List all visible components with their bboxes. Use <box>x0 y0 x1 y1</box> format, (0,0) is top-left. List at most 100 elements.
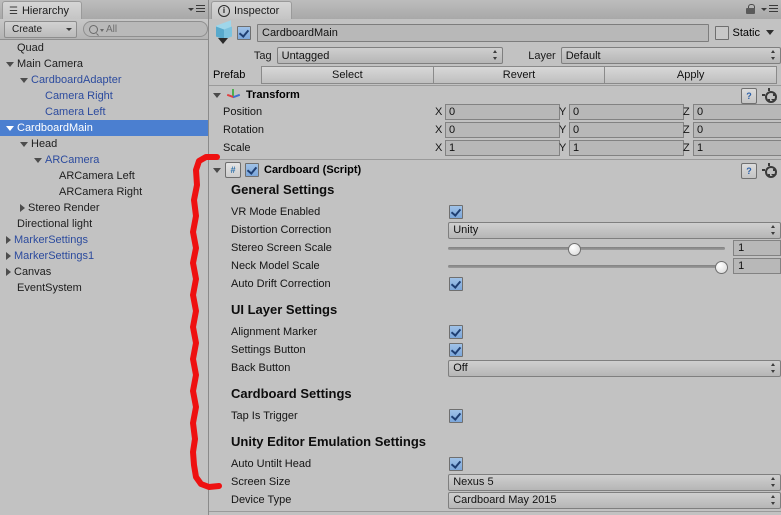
static-checkbox[interactable] <box>715 25 730 40</box>
transform-scale-z-field[interactable]: 1 <box>693 139 781 156</box>
gear-icon[interactable] <box>762 163 777 178</box>
transform-position-z-field[interactable]: 0 <box>693 103 781 120</box>
create-button[interactable]: Create <box>4 20 77 38</box>
transform-scale-x-field[interactable]: 1 <box>445 139 560 156</box>
hierarchy-tabstrip: ☰ Hierarchy <box>0 0 208 20</box>
tag-dropdown[interactable]: Untagged <box>276 47 503 64</box>
hierarchy-item-label: ARCamera Left <box>59 170 135 182</box>
property-label: Distortion Correction <box>231 224 332 236</box>
help-book-icon[interactable]: ? <box>741 88 757 104</box>
hierarchy-item-markersettings[interactable]: MarkerSettings <box>0 232 208 248</box>
component-header-transform[interactable]: Transform ? <box>209 86 781 104</box>
back-button-value: Off <box>453 362 468 374</box>
hierarchy-item-head[interactable]: Head <box>0 136 208 152</box>
transform-rotation-z-field[interactable]: 0 <box>693 121 781 138</box>
stereo-screen-scale-value-field[interactable]: 1 <box>733 240 781 256</box>
help-book-icon[interactable]: ? <box>741 163 757 179</box>
alignment-marker-checkbox[interactable] <box>449 325 463 339</box>
expand-arrow-down-icon[interactable] <box>20 77 28 83</box>
hierarchy-item-canvas[interactable]: Canvas <box>0 264 208 280</box>
settings-button-checkbox[interactable] <box>449 343 463 357</box>
stereo-screen-scale-slider[interactable] <box>448 242 726 256</box>
expand-arrow-down-icon[interactable] <box>20 141 28 147</box>
expand-arrow-down-icon[interactable] <box>34 157 42 163</box>
chevron-down-icon[interactable] <box>213 92 221 98</box>
hierarchy-item-label: Directional light <box>17 218 93 230</box>
property-row-settings-button: Settings Button <box>209 342 781 358</box>
device-type-value: Cardboard May 2015 <box>453 494 557 506</box>
expand-arrow-right-icon[interactable] <box>6 236 11 244</box>
inspector-panel-menu-icon[interactable] <box>761 4 778 14</box>
hierarchy-item-arcamera-right[interactable]: ARCamera Right <box>0 184 208 200</box>
static-toggle-group[interactable]: Static <box>715 25 777 40</box>
lock-icon[interactable] <box>746 4 755 15</box>
chevron-down-icon[interactable] <box>213 167 221 173</box>
property-row-alignment-marker: Alignment Marker <box>209 324 781 340</box>
screen-size-value: Nexus 5 <box>453 476 494 488</box>
layer-dropdown[interactable]: Default <box>560 47 781 64</box>
back-button-dropdown[interactable]: Off <box>448 359 781 377</box>
slider-knob[interactable] <box>714 260 728 274</box>
hierarchy-item-main-camera[interactable]: Main Camera <box>0 56 208 72</box>
hierarchy-item-cardboardmain[interactable]: CardboardMain <box>0 120 208 136</box>
hierarchy-item-directional-light[interactable]: Directional light <box>0 216 208 232</box>
prefab-select-button[interactable]: Select <box>261 66 434 84</box>
hierarchy-item-markersettings1[interactable]: MarkerSettings1 <box>0 248 208 264</box>
neck-model-scale-value-field[interactable]: 1 <box>733 258 781 274</box>
expand-arrow-down-icon[interactable] <box>6 125 14 131</box>
screen-size-dropdown[interactable]: Nexus 5 <box>448 473 781 491</box>
object-enabled-checkbox[interactable] <box>237 25 251 40</box>
axis-group-y: Y0 <box>559 121 684 138</box>
tab-inspector[interactable]: i Inspector <box>211 1 293 20</box>
tap-is-trigger-checkbox[interactable] <box>449 409 463 423</box>
hierarchy-item-arcamera[interactable]: ARCamera <box>0 152 208 168</box>
expand-arrow-right-icon[interactable] <box>6 268 11 276</box>
hierarchy-item-label: Canvas <box>14 266 52 278</box>
slider-knob[interactable] <box>567 242 581 256</box>
component-header-cardboard[interactable]: # Cardboard (Script) ? <box>209 161 781 179</box>
transform-rotation-y-field[interactable]: 0 <box>569 121 684 138</box>
hierarchy-item-stereo-render[interactable]: Stereo Render <box>0 200 208 216</box>
property-row-distortion-correction: Distortion Correction Unity <box>209 221 781 239</box>
hierarchy-item-label: Stereo Render <box>28 202 100 214</box>
tab-hierarchy[interactable]: ☰ Hierarchy <box>2 1 83 20</box>
property-row-device-type: Device Type Cardboard May 2015 <box>209 491 781 509</box>
transform-position-y-field[interactable]: 0 <box>569 103 684 120</box>
neck-model-scale-slider[interactable] <box>448 260 728 274</box>
updown-chevron-icon <box>492 50 498 61</box>
hierarchy-tree[interactable]: Quad Main Camera CardboardAdapter Camera Ri… <box>0 40 208 515</box>
updown-chevron-icon <box>771 476 776 488</box>
expand-arrow-right-icon[interactable] <box>20 204 25 212</box>
axis-group-z: Z0 <box>683 103 781 120</box>
hierarchy-panel: ☰ Hierarchy Create All Quad Main Camera Ca… <box>0 0 209 515</box>
hierarchy-panel-menu-icon[interactable] <box>188 4 205 14</box>
distortion-correction-dropdown[interactable]: Unity <box>448 221 781 239</box>
component-enabled-checkbox[interactable] <box>245 163 259 177</box>
expand-arrow-down-icon[interactable] <box>6 61 14 67</box>
hierarchy-item-quad[interactable]: Quad <box>0 40 208 56</box>
object-header: CardboardMain Static <box>209 19 781 46</box>
auto-untilt-head-checkbox[interactable] <box>449 457 463 471</box>
updown-chevron-icon <box>771 50 776 61</box>
hierarchy-item-arcamera-left[interactable]: ARCamera Left <box>0 168 208 184</box>
prefab-apply-button[interactable]: Apply <box>605 66 778 84</box>
hierarchy-item-camera-left[interactable]: Camera Left <box>0 104 208 120</box>
hierarchy-item-eventsystem[interactable]: EventSystem <box>0 280 208 296</box>
cs-script-icon: # <box>225 162 241 178</box>
axis-group-y: Y1 <box>559 139 684 156</box>
prefab-revert-button[interactable]: Revert <box>433 66 606 84</box>
hierarchy-item-cardboardadapter[interactable]: CardboardAdapter <box>0 72 208 88</box>
expand-arrow-right-icon[interactable] <box>6 252 11 260</box>
static-dropdown-chevron-icon[interactable] <box>766 30 774 35</box>
transform-position-x-field[interactable]: 0 <box>445 103 560 120</box>
object-name-field[interactable]: CardboardMain <box>257 23 710 42</box>
device-type-dropdown[interactable]: Cardboard May 2015 <box>448 491 781 509</box>
auto-drift-correction-checkbox[interactable] <box>449 277 463 291</box>
transform-scale-y-field[interactable]: 1 <box>569 139 684 156</box>
gear-icon[interactable] <box>762 88 777 103</box>
hierarchy-item-camera-right[interactable]: Camera Right <box>0 88 208 104</box>
vr-mode-enabled-checkbox[interactable] <box>449 205 463 219</box>
transform-rotation-x-field[interactable]: 0 <box>445 121 560 138</box>
tag-value: Untagged <box>281 49 330 62</box>
search-input[interactable]: All <box>83 21 208 37</box>
